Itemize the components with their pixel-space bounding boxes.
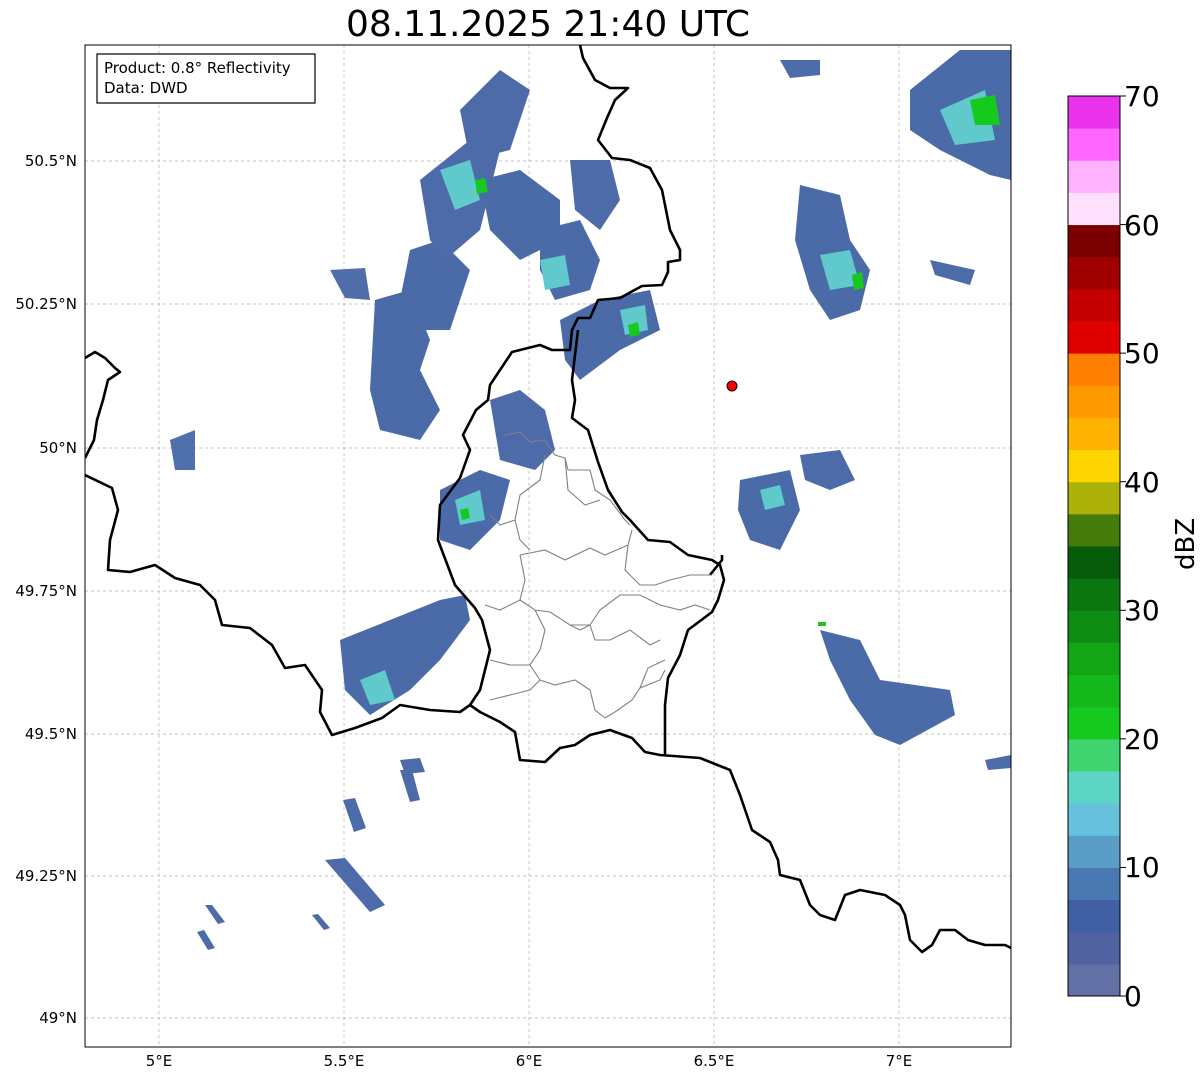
colorbar-segment — [1068, 353, 1120, 386]
colorbar-tick-label: 30 — [1124, 594, 1160, 627]
colorbar-tick-label: 10 — [1124, 851, 1160, 884]
colorbar-label: dBZ — [1171, 517, 1201, 570]
x-tick-label: 6.5°E — [694, 1052, 735, 1070]
colorbar-ticks: 70 60 50 40 30 20 10 0 — [1124, 80, 1160, 1013]
colorbar-segment — [1068, 321, 1120, 354]
colorbar-tick-label: 70 — [1124, 80, 1160, 113]
colorbar-segment — [1068, 224, 1120, 258]
colorbar-segment — [1068, 931, 1120, 965]
colorbar-segment — [1068, 642, 1120, 676]
colorbar-segment — [1068, 899, 1120, 933]
x-axis: 5°E 5.5°E 6°E 6.5°E 7°E — [146, 1052, 913, 1070]
y-axis: 50.5°N 50.25°N 50°N 49.75°N 49.5°N 49.25… — [15, 152, 77, 1027]
colorbar-segment — [1068, 481, 1120, 515]
radar-map: Product: 0.8° Reflectivity Data: DWD 5°E… — [15, 44, 1160, 1070]
colorbar-segment — [1068, 128, 1120, 161]
colorbar-tick-label: 20 — [1124, 723, 1160, 756]
colorbar-segment — [1068, 738, 1120, 772]
colorbar-tick-label: 60 — [1124, 209, 1160, 242]
colorbar-segment — [1068, 771, 1120, 804]
colorbar-segment — [1068, 674, 1120, 708]
y-tick-label: 50.5°N — [25, 152, 77, 170]
radar-site-marker — [726, 380, 738, 392]
colorbar-segment — [1068, 546, 1120, 579]
info-product: Product: 0.8° Reflectivity — [104, 59, 291, 77]
x-tick-label: 6°E — [516, 1052, 543, 1070]
colorbar-tick-label: 50 — [1124, 337, 1160, 370]
colorbar-segment — [1068, 385, 1120, 418]
colorbar-segment — [1068, 803, 1120, 836]
colorbar-tick-label: 40 — [1124, 466, 1160, 499]
colorbar-segment — [1068, 578, 1120, 611]
colorbar-segment — [1068, 160, 1120, 193]
info-box: Product: 0.8° Reflectivity Data: DWD — [96, 53, 316, 104]
x-tick-label: 5.5°E — [324, 1052, 365, 1070]
colorbar-segment — [1068, 192, 1120, 226]
colorbar-segment — [1068, 706, 1120, 740]
y-tick-label: 50°N — [39, 439, 77, 457]
y-tick-label: 49.25°N — [15, 867, 77, 885]
y-tick-label: 49.5°N — [25, 725, 77, 743]
info-source: Data: DWD — [104, 79, 188, 97]
colorbar-segment — [1068, 417, 1120, 451]
colorbar-segment — [1068, 288, 1120, 322]
x-tick-label: 7°E — [886, 1052, 913, 1070]
colorbar — [1067, 95, 1126, 997]
colorbar-segment — [1068, 256, 1120, 290]
x-tick-label: 5°E — [146, 1052, 173, 1070]
colorbar-segment — [1068, 835, 1120, 868]
colorbar-segment — [1068, 96, 1120, 129]
y-tick-label: 50.25°N — [15, 295, 77, 313]
district-borders — [484, 431, 712, 719]
radar-echoes — [170, 50, 1011, 950]
colorbar-segment — [1068, 963, 1120, 997]
country-borders — [85, 45, 1011, 954]
y-tick-label: 49°N — [39, 1009, 77, 1027]
colorbar-tick-label: 0 — [1124, 980, 1142, 1013]
colorbar-segment — [1068, 867, 1120, 901]
colorbar-segment — [1068, 513, 1120, 547]
y-tick-label: 49.75°N — [15, 582, 77, 600]
colorbar-segment — [1068, 610, 1120, 643]
colorbar-segment — [1068, 449, 1120, 483]
